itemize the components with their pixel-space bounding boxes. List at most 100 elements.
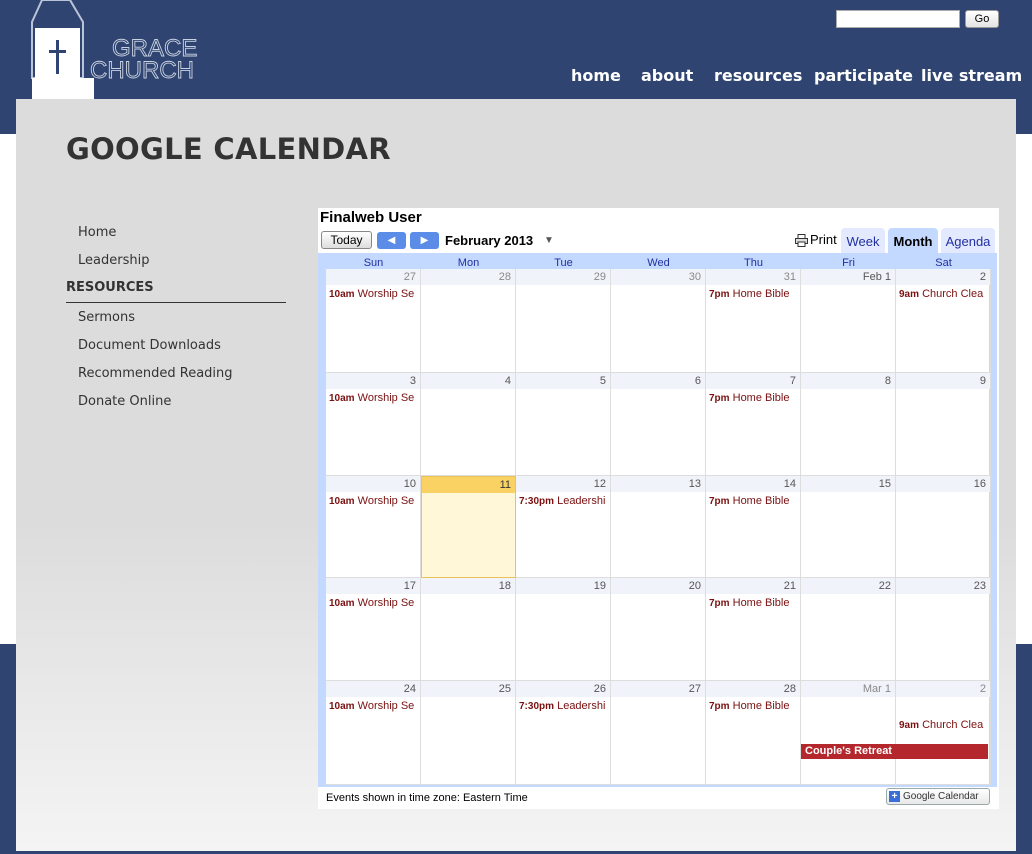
day-cell[interactable]: 3 10am Worship Se (326, 373, 421, 476)
calendar-event[interactable]: 10am Worship Se (329, 288, 418, 300)
day-cell[interactable]: 18 (421, 578, 516, 681)
go-button[interactable]: Go (965, 10, 999, 28)
day-cell[interactable]: 12 7:30pm Leadershi (516, 476, 611, 578)
day-number[interactable]: 11 (422, 477, 515, 493)
day-cell[interactable]: 6 (611, 373, 706, 476)
day-number[interactable]: 26 (516, 681, 610, 697)
nav-about[interactable]: about (641, 66, 693, 85)
day-number[interactable]: 3 (326, 373, 420, 389)
day-number[interactable]: 6 (611, 373, 705, 389)
day-number[interactable]: 27 (326, 269, 420, 285)
nav-resources[interactable]: resources (714, 66, 802, 85)
day-cell[interactable]: 26 7:30pm Leadershi (516, 681, 611, 785)
day-number[interactable]: 23 (896, 578, 990, 594)
day-number[interactable]: 21 (706, 578, 800, 594)
day-cell[interactable]: 2 9am Church Clea (896, 269, 991, 373)
sidebar-item-recommended-reading[interactable]: Recommended Reading (78, 366, 233, 381)
day-number[interactable]: Feb 1 (801, 269, 895, 285)
calendar-event[interactable]: 10am Worship Se (329, 495, 418, 507)
day-number[interactable]: 9 (896, 373, 990, 389)
day-number[interactable]: 5 (516, 373, 610, 389)
calendar-event[interactable]: 7pm Home Bible (709, 288, 798, 300)
calendar-event[interactable]: 7:30pm Leadershi (519, 700, 608, 712)
day-number[interactable]: 7 (706, 373, 800, 389)
day-number[interactable]: 10 (326, 476, 420, 492)
day-number[interactable]: 31 (706, 269, 800, 285)
today-button[interactable]: Today (321, 231, 372, 249)
prev-month-button[interactable]: ◀ (377, 232, 406, 249)
day-cell[interactable]: 29 (516, 269, 611, 373)
day-number[interactable]: Mar 1 (801, 681, 895, 697)
nav-live-stream[interactable]: live stream (921, 66, 1022, 85)
sidebar-item-leadership[interactable]: Leadership (78, 253, 149, 268)
tab-week[interactable]: Week (841, 228, 885, 253)
day-number[interactable]: 2 (896, 269, 990, 285)
day-number[interactable]: 19 (516, 578, 610, 594)
day-number[interactable]: 30 (611, 269, 705, 285)
allday-event-bar[interactable]: Couple's Retreat (801, 744, 988, 759)
nav-participate[interactable]: participate (814, 66, 913, 85)
calendar-event[interactable]: 7pm Home Bible (709, 392, 798, 404)
day-cell[interactable]: 7 7pm Home Bible (706, 373, 801, 476)
calendar-event[interactable]: 7pm Home Bible (709, 495, 798, 507)
day-cell[interactable]: 16 (896, 476, 991, 578)
calendar-event[interactable]: 9am Church Clea (899, 288, 988, 300)
day-number[interactable]: 14 (706, 476, 800, 492)
day-cell[interactable]: 27 10am Worship Se (326, 269, 421, 373)
day-number[interactable]: 20 (611, 578, 705, 594)
church-logo[interactable]: GRACE CHURCH (30, 0, 205, 99)
day-number[interactable]: 25 (421, 681, 515, 697)
day-number[interactable]: 17 (326, 578, 420, 594)
day-cell[interactable]: 17 10am Worship Se (326, 578, 421, 681)
calendar-event[interactable]: 10am Worship Se (329, 597, 418, 609)
day-cell[interactable]: 22 (801, 578, 896, 681)
day-cell[interactable]: 4 (421, 373, 516, 476)
calendar-event[interactable]: 7pm Home Bible (709, 700, 798, 712)
day-cell-today[interactable]: 11 (421, 476, 516, 578)
day-cell[interactable]: 20 (611, 578, 706, 681)
day-number[interactable]: 4 (421, 373, 515, 389)
print-link[interactable]: Print (810, 232, 837, 247)
day-cell[interactable]: 27 (611, 681, 706, 785)
day-cell[interactable]: 21 7pm Home Bible (706, 578, 801, 681)
day-cell[interactable]: 8 (801, 373, 896, 476)
day-cell[interactable]: Feb 1 (801, 269, 896, 373)
day-cell[interactable]: 10 10am Worship Se (326, 476, 421, 578)
tab-agenda[interactable]: Agenda (941, 228, 995, 253)
day-number[interactable]: 15 (801, 476, 895, 492)
day-cell[interactable]: 13 (611, 476, 706, 578)
day-cell[interactable]: 25 (421, 681, 516, 785)
day-cell[interactable]: 15 (801, 476, 896, 578)
day-cell[interactable]: 24 10am Worship Se (326, 681, 421, 785)
chevron-down-icon[interactable]: ▼ (544, 235, 554, 246)
calendar-event[interactable]: 7pm Home Bible (709, 597, 798, 609)
day-cell[interactable]: 30 (611, 269, 706, 373)
day-cell[interactable]: 28 7pm Home Bible (706, 681, 801, 785)
day-number[interactable]: 29 (516, 269, 610, 285)
day-number[interactable]: 13 (611, 476, 705, 492)
sidebar-item-sermons[interactable]: Sermons (78, 310, 135, 325)
day-number[interactable]: 8 (801, 373, 895, 389)
sidebar-item-donate-online[interactable]: Donate Online (78, 394, 171, 409)
printer-icon[interactable] (795, 234, 808, 247)
day-number[interactable]: 12 (516, 476, 610, 492)
day-cell[interactable]: 23 (896, 578, 991, 681)
calendar-event[interactable]: 7:30pm Leadershi (519, 495, 608, 507)
next-month-button[interactable]: ▶ (410, 232, 439, 249)
day-number[interactable]: 22 (801, 578, 895, 594)
day-number[interactable]: 2 (896, 681, 990, 697)
google-calendar-button[interactable]: + Google Calendar (886, 788, 990, 805)
day-cell[interactable]: 31 7pm Home Bible (706, 269, 801, 373)
calendar-event[interactable]: 9am Church Clea (899, 719, 988, 731)
day-number[interactable]: 27 (611, 681, 705, 697)
sidebar-item-home[interactable]: Home (78, 225, 116, 240)
tab-month[interactable]: Month (888, 228, 938, 253)
day-cell[interactable]: 2 9am Church Clea (896, 681, 991, 785)
day-number[interactable]: 28 (706, 681, 800, 697)
day-cell[interactable]: 28 (421, 269, 516, 373)
calendar-event[interactable]: 10am Worship Se (329, 392, 418, 404)
day-cell[interactable]: 5 (516, 373, 611, 476)
sidebar-item-document-downloads[interactable]: Document Downloads (78, 338, 221, 353)
search-input[interactable] (836, 10, 960, 28)
calendar-event[interactable]: 10am Worship Se (329, 700, 418, 712)
